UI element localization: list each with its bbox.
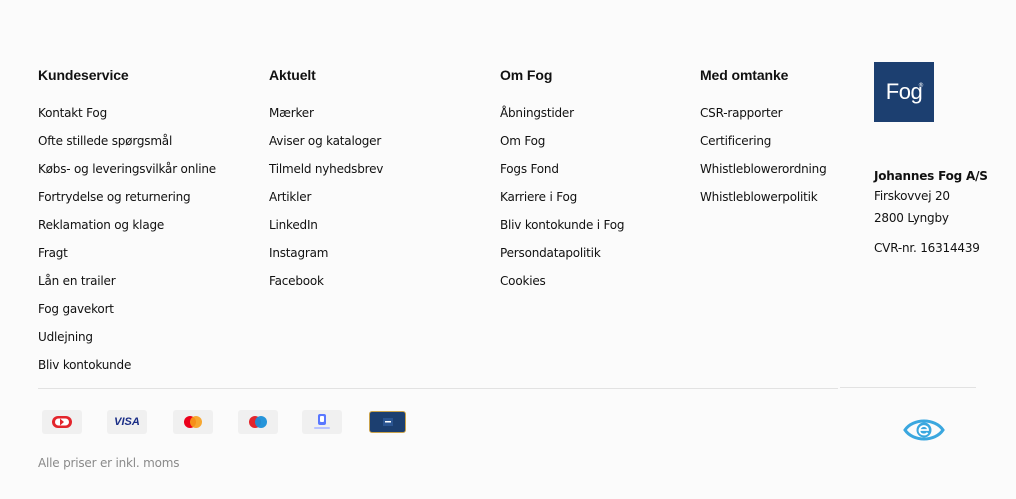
footer-column-kundeservice: Kundeservice Kontakt Fog Ofte stillede s… xyxy=(38,66,216,383)
emark-icon[interactable] xyxy=(903,417,945,443)
footer-link[interactable]: Tilmeld nyhedsbrev xyxy=(269,162,383,176)
logo-text: Fog xyxy=(885,79,923,104)
footer-link[interactable]: Facebook xyxy=(269,274,324,288)
link-list: Mærker Aviser og kataloger Tilmeld nyhed… xyxy=(269,103,383,299)
company-street: Firskovvej 20 xyxy=(874,189,950,203)
company-name: Johannes Fog A/S xyxy=(874,169,988,183)
footer-link[interactable]: Åbningstider xyxy=(500,106,574,120)
mobilepay-icon xyxy=(302,410,342,434)
footer-link[interactable]: Bliv kontokunde xyxy=(38,358,131,372)
footer-link[interactable]: Lån en trailer xyxy=(38,274,116,288)
footer-link[interactable]: Instagram xyxy=(269,246,328,260)
footer-link[interactable]: Mærker xyxy=(269,106,314,120)
company-city: 2800 Lyngby xyxy=(874,211,949,225)
divider xyxy=(840,387,976,388)
footer-link[interactable]: CSR-rapporter xyxy=(700,106,783,120)
footer-link[interactable]: Certificering xyxy=(700,134,771,148)
footer-link[interactable]: Cookies xyxy=(500,274,546,288)
footer-link[interactable]: Udlejning xyxy=(38,330,93,344)
footer-column-aktuelt: Aktuelt Mærker Aviser og kataloger Tilme… xyxy=(269,66,383,299)
footer-link[interactable]: Fog gavekort xyxy=(38,302,114,316)
link-list: Kontakt Fog Ofte stillede spørgsmål Købs… xyxy=(38,103,216,383)
company-info: Johannes Fog A/S Firskovvej 20 2800 Lyng… xyxy=(874,167,988,257)
footer-link[interactable]: Whistleblowerpolitik xyxy=(700,190,818,204)
column-title: Aktuelt xyxy=(269,67,316,83)
mastercard-icon xyxy=(173,410,213,434)
company-cvr: CVR-nr. 16314439 xyxy=(874,241,980,255)
column-title: Om Fog xyxy=(500,67,553,83)
logo-registered-mark: ® xyxy=(918,82,924,89)
divider xyxy=(38,388,838,389)
fog-giftcard-icon xyxy=(369,411,406,433)
footer-link[interactable]: LinkedIn xyxy=(269,218,318,232)
footer-link[interactable]: Artikler xyxy=(269,190,311,204)
footer-link[interactable]: Købs- og leveringsvilkår online xyxy=(38,162,216,176)
price-note: Alle priser er inkl. moms xyxy=(38,456,180,470)
footer-link[interactable]: Fragt xyxy=(38,246,68,260)
link-list: Åbningstider Om Fog Fogs Fond Karriere i… xyxy=(500,103,625,299)
footer-link[interactable]: Karriere i Fog xyxy=(500,190,577,204)
column-title: Kundeservice xyxy=(38,67,129,83)
column-title: Med omtanke xyxy=(700,67,789,83)
footer-column-om-fog: Om Fog Åbningstider Om Fog Fogs Fond Kar… xyxy=(500,66,625,299)
footer-link[interactable]: Kontakt Fog xyxy=(38,106,107,120)
footer-link[interactable]: Whistleblowerordning xyxy=(700,162,827,176)
dankort-icon xyxy=(42,410,82,434)
visa-icon: VISA xyxy=(107,410,147,434)
footer-link[interactable]: Om Fog xyxy=(500,134,545,148)
footer-link[interactable]: Aviser og kataloger xyxy=(269,134,381,148)
footer-column-med-omtanke: Med omtanke CSR-rapporter Certificering … xyxy=(700,66,827,215)
footer-link[interactable]: Reklamation og klage xyxy=(38,218,164,232)
footer-link[interactable]: Ofte stillede spørgsmål xyxy=(38,134,172,148)
fog-logo[interactable]: Fog ® xyxy=(874,62,934,122)
visa-label: VISA xyxy=(114,416,140,428)
footer-link[interactable]: Persondatapolitik xyxy=(500,246,601,260)
footer-link[interactable]: Fortrydelse og returnering xyxy=(38,190,191,204)
footer-link[interactable]: Fogs Fond xyxy=(500,162,559,176)
maestro-icon xyxy=(238,410,278,434)
link-list: CSR-rapporter Certificering Whistleblowe… xyxy=(700,103,827,215)
footer-link[interactable]: Bliv kontokunde i Fog xyxy=(500,218,625,232)
